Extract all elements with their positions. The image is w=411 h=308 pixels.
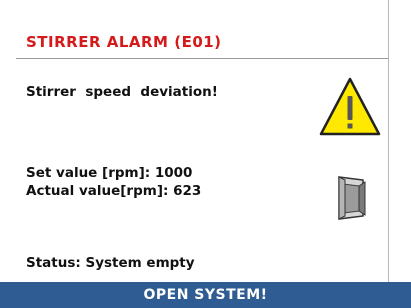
warning-triangle-icon (319, 77, 381, 136)
alarm-title: STIRRER ALARM (E01) (26, 33, 222, 51)
actual-value-row: Actual value[rpm]: 623 (26, 183, 201, 199)
panel-border (388, 0, 389, 282)
status-text: Status: System empty (26, 255, 195, 271)
open-door-icon (338, 176, 366, 220)
open-system-button[interactable]: OPEN SYSTEM! (0, 282, 411, 308)
set-value-label: Set value [rpm]: (26, 165, 151, 181)
title-divider (16, 58, 388, 59)
alarm-panel: STIRRER ALARM (E01) Stirrer speed deviat… (0, 0, 411, 308)
set-value-row: Set value [rpm]: 1000 (26, 165, 192, 181)
set-value: 1000 (154, 165, 193, 181)
actual-value-label: Actual value[rpm]: (26, 183, 169, 199)
alarm-message: Stirrer speed deviation! (26, 84, 218, 100)
actual-value: 623 (173, 183, 202, 199)
